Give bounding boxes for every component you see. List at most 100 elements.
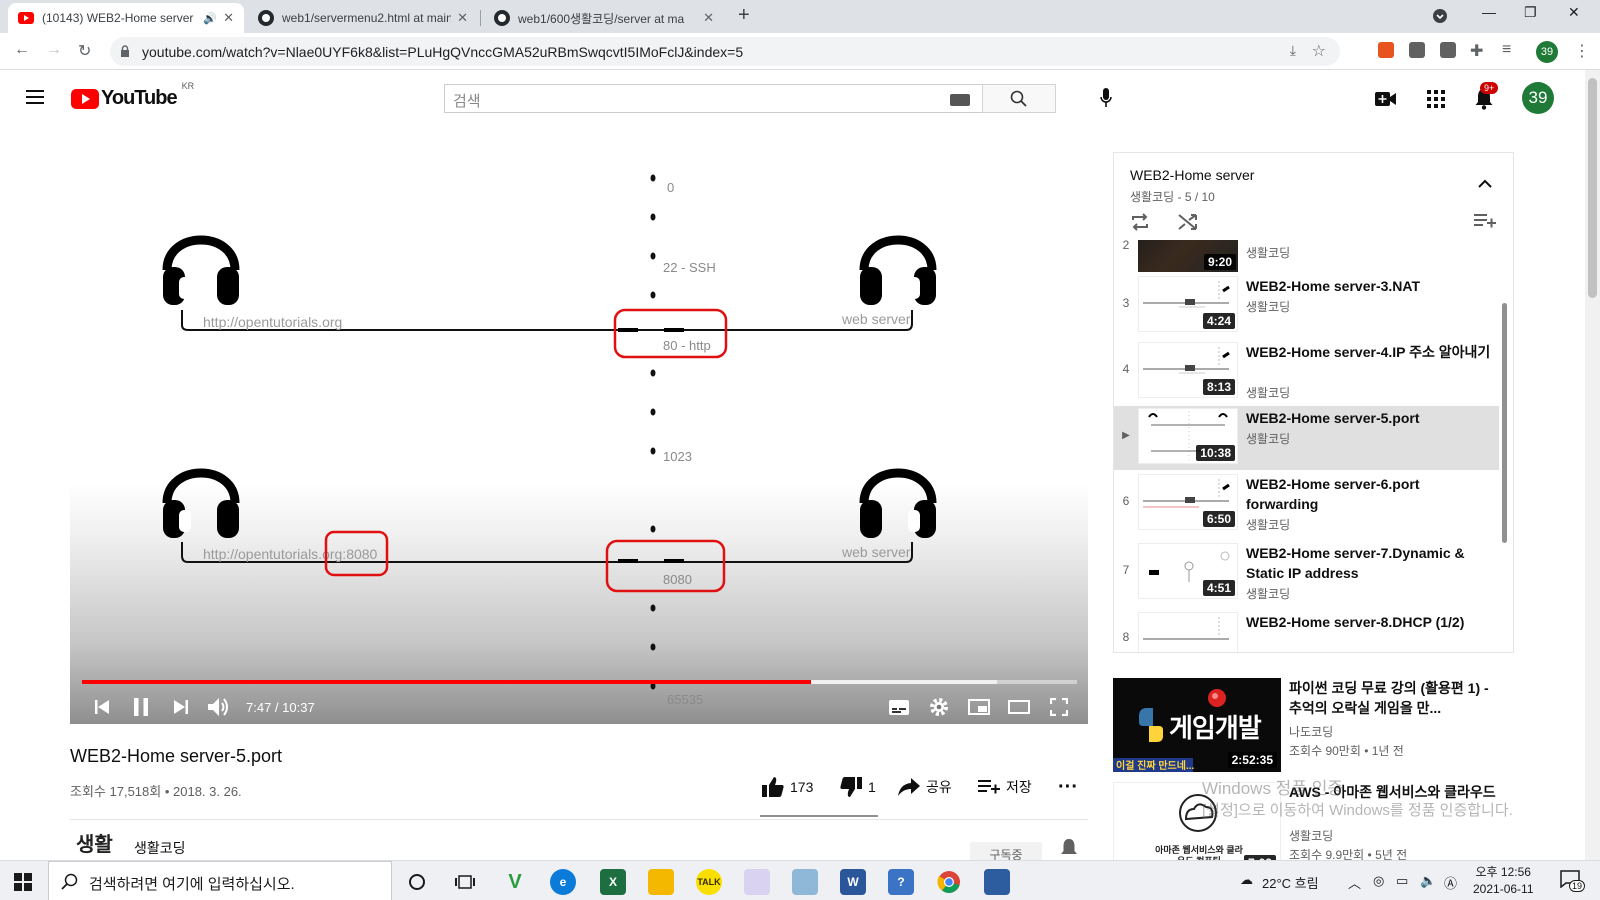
- save-button[interactable]: 저장: [978, 775, 1032, 799]
- progress-bar[interactable]: [82, 680, 1077, 684]
- kakaotalk-icon[interactable]: TALK: [696, 869, 722, 895]
- channel-avatar[interactable]: 생활: [76, 828, 113, 857]
- extensions-puzzle-icon[interactable]: ✚: [1470, 41, 1483, 61]
- address-bar[interactable]: youtube.com/watch?v=Nlae0UYF6k8&list=PLu…: [110, 37, 1340, 66]
- extension-icon[interactable]: [1378, 42, 1394, 58]
- search-button[interactable]: [982, 84, 1056, 113]
- page-scrollbar-thumb[interactable]: [1588, 78, 1597, 298]
- back-button[interactable]: ←: [14, 41, 30, 59]
- more-actions-button[interactable]: ···: [1058, 775, 1078, 799]
- cortana-icon[interactable]: [404, 869, 430, 895]
- fullscreen-button[interactable]: [1046, 695, 1072, 719]
- clock[interactable]: 오후 12:56 2021-06-11: [1473, 864, 1534, 898]
- extension-icon[interactable]: [1440, 42, 1456, 58]
- speaker-icon[interactable]: 🔊: [203, 12, 217, 25]
- apps-grid-icon[interactable]: [1424, 87, 1448, 111]
- file-explorer-icon[interactable]: [648, 869, 674, 895]
- browser-profile-avatar[interactable]: 39: [1536, 41, 1558, 63]
- close-tab-icon[interactable]: ✕: [703, 10, 714, 26]
- new-tab-button[interactable]: +: [738, 4, 750, 27]
- subtitles-button[interactable]: [886, 695, 912, 719]
- tab-search-icon[interactable]: [1432, 8, 1448, 27]
- account-avatar[interactable]: 39: [1522, 82, 1554, 114]
- playlist-item[interactable]: 8 WEB2-Home server-8.DHCP (1/2): [1114, 610, 1499, 652]
- playlist-item[interactable]: 6 6:50 WEB2-Home server-6.port forwardin…: [1114, 472, 1499, 538]
- tray-expand-icon[interactable]: ︿: [1348, 873, 1361, 892]
- client-url-label: http://opentutorials.org:8080: [203, 546, 378, 562]
- next-button[interactable]: [169, 695, 193, 719]
- playlist-item-title: WEB2-Home server-4.IP 주소 알아내기: [1246, 344, 1491, 360]
- pause-button[interactable]: [129, 695, 153, 719]
- edge-browser-icon[interactable]: e: [550, 869, 576, 895]
- tray-app-icon[interactable]: ◎: [1373, 873, 1384, 889]
- playlist-title[interactable]: WEB2-Home server: [1130, 167, 1254, 183]
- previous-button[interactable]: [90, 695, 114, 719]
- action-center-icon[interactable]: 19: [1560, 870, 1586, 892]
- loop-playlist-button[interactable]: [1130, 213, 1150, 236]
- minimize-button[interactable]: —: [1482, 4, 1496, 20]
- network-icon[interactable]: ▭: [1396, 873, 1408, 889]
- excel-icon[interactable]: X: [600, 869, 626, 895]
- task-view-icon[interactable]: [452, 869, 478, 895]
- tab-youtube[interactable]: (10143) WEB2-Home server 🔊 ✕: [8, 3, 244, 33]
- close-tab-icon[interactable]: ✕: [457, 10, 468, 26]
- share-button[interactable]: 공유: [898, 775, 952, 799]
- search-input[interactable]: 검색: [444, 84, 982, 113]
- miniplayer-button[interactable]: [966, 695, 992, 719]
- tab-github-server[interactable]: web1/600생활코딩/server at ma ✕: [484, 3, 724, 33]
- channel-name[interactable]: 생활코딩: [134, 838, 186, 858]
- playlist-scrollbar[interactable]: [1502, 303, 1507, 543]
- maximize-button[interactable]: ❐: [1524, 4, 1537, 21]
- notification-bell-icon[interactable]: [1060, 838, 1078, 858]
- guide-menu-icon[interactable]: [26, 90, 44, 104]
- recommended-video[interactable]: 게임개발 이걸 진짜 만드네... 2:52:35 파이썬 코딩 무료 강의 (…: [1113, 678, 1514, 772]
- word-icon[interactable]: W: [840, 869, 866, 895]
- weather-cloud-icon[interactable]: ☁: [1240, 872, 1253, 888]
- taskbar-search-placeholder: 검색하려면 여기에 입력하십시오.: [89, 876, 295, 893]
- dislike-button[interactable]: 1: [840, 775, 876, 799]
- collapse-playlist-button[interactable]: [1478, 175, 1492, 193]
- chrome-icon[interactable]: [936, 869, 962, 895]
- video-player[interactable]: 0 22 - SSH 80 - http 1023 8080 65535 htt…: [70, 152, 1088, 724]
- volume-button[interactable]: [206, 695, 232, 719]
- microphone-icon[interactable]: [1100, 86, 1112, 110]
- theater-mode-button[interactable]: [1006, 695, 1032, 719]
- playlist-item[interactable]: 3 4:24 WEB2-Home server-3.NAT 생활코딩: [1114, 274, 1499, 340]
- install-app-icon[interactable]: ⤓: [1290, 42, 1296, 59]
- bookmark-star-icon[interactable]: ☆: [1312, 41, 1326, 61]
- reload-button[interactable]: ↻: [78, 41, 91, 61]
- create-video-icon[interactable]: [1374, 87, 1398, 111]
- paint-icon[interactable]: [744, 869, 770, 895]
- windows-start-icon[interactable]: [14, 873, 32, 891]
- editor-app-icon[interactable]: ?: [888, 869, 914, 895]
- subscribe-button[interactable]: 구독중: [970, 842, 1042, 862]
- close-window-button[interactable]: ✕: [1568, 4, 1580, 21]
- port-label: 0: [667, 180, 674, 195]
- vim-app-icon[interactable]: V: [502, 869, 528, 895]
- page-scrollbar[interactable]: [1585, 70, 1600, 860]
- playlist-save-button[interactable]: [1474, 213, 1496, 234]
- playlist-item-current[interactable]: ▶ 10:38 WEB2-Home server-5.port 생활코딩: [1114, 406, 1499, 470]
- browser-menu-icon[interactable]: ⋮: [1574, 41, 1590, 61]
- close-tab-icon[interactable]: ✕: [223, 10, 234, 26]
- playlist-item[interactable]: 4 8:13 WEB2-Home server-4.IP 주소 알아내기 생활코…: [1114, 340, 1499, 404]
- like-button[interactable]: 173: [762, 775, 813, 799]
- tab-github-servermenu[interactable]: web1/servermenu2.html at main ✕: [248, 3, 478, 33]
- virtualbox-icon[interactable]: [984, 869, 1010, 895]
- tab-title: web1/servermenu2.html at main: [282, 11, 452, 25]
- keyboard-icon[interactable]: [950, 94, 970, 106]
- youtube-logo[interactable]: YouTube KR: [71, 81, 194, 110]
- weather-text[interactable]: 22°C 흐림: [1262, 873, 1319, 892]
- playlist-item[interactable]: 7 4:51 WEB2-Home server-7.Dynamic & Stat…: [1114, 541, 1499, 607]
- media-control-icon[interactable]: ≡: [1502, 41, 1511, 59]
- ime-mode-icon[interactable]: Ⓐ: [1444, 873, 1457, 892]
- search-icon: [1010, 90, 1027, 107]
- extension-icon[interactable]: [1409, 42, 1425, 58]
- volume-tray-icon[interactable]: 🔈: [1420, 873, 1436, 889]
- shuffle-button[interactable]: [1178, 213, 1198, 236]
- settings-button[interactable]: [926, 695, 952, 719]
- port-label: 65535: [667, 692, 703, 707]
- notebook-icon[interactable]: [792, 869, 818, 895]
- forward-button[interactable]: →: [46, 41, 62, 59]
- taskbar-search-input[interactable]: 검색하려면 여기에 입력하십시오.: [48, 861, 392, 900]
